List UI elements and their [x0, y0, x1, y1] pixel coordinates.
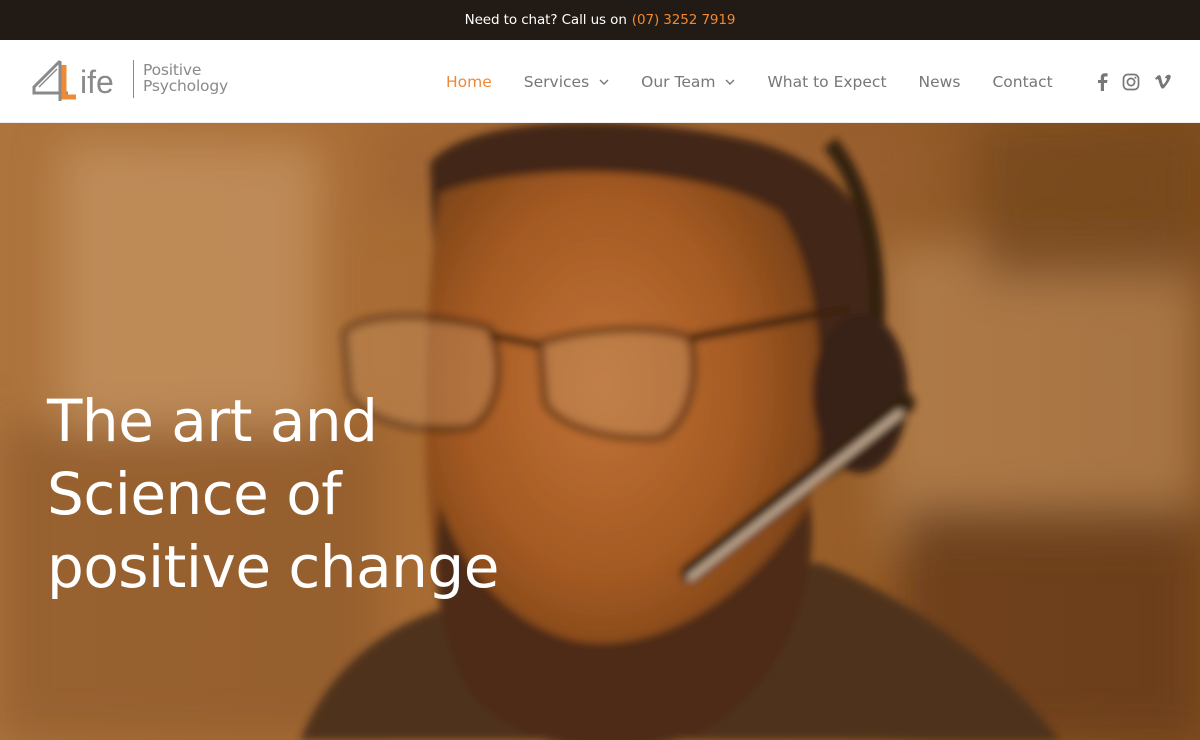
nav-contact[interactable]: Contact: [992, 73, 1052, 91]
top-contact-bar: Need to chat? Call us on (07) 3252 7919: [0, 0, 1200, 40]
vimeo-icon[interactable]: [1154, 74, 1172, 90]
logo-divider: [133, 60, 134, 98]
site-logo[interactable]: ife Positive Psychology: [30, 57, 235, 107]
phone-link[interactable]: (07) 3252 7919: [632, 12, 736, 28]
contact-prompt: Need to chat? Call us on: [464, 12, 627, 28]
nav-label: Home: [446, 72, 492, 91]
hero-section: The art and Science of positive change: [0, 123, 1200, 740]
nav-label: Services: [523, 72, 590, 91]
logo-tagline: Positive Psychology: [143, 62, 228, 94]
nav-label: What to Expect: [767, 72, 887, 91]
logo-line-2: Psychology: [143, 77, 228, 95]
chevron-down-icon: [725, 79, 735, 85]
site-header: ife Positive Psychology Home Services Ou…: [0, 40, 1200, 123]
logo-line-1: Positive: [143, 61, 202, 79]
logo-mark-icon: ife: [32, 59, 114, 101]
nav-what-to-expect[interactable]: What to Expect: [767, 73, 886, 91]
chevron-down-icon: [599, 79, 609, 85]
nav-label: News: [918, 72, 961, 91]
main-nav: Home Services Our Team What to Expect Ne…: [446, 40, 1085, 123]
nav-label: Contact: [992, 72, 1053, 91]
hero-title: The art and Science of positive change: [47, 387, 499, 601]
nav-our-team[interactable]: Our Team: [641, 73, 735, 91]
nav-services[interactable]: Services: [524, 73, 609, 91]
svg-text:ife: ife: [80, 64, 114, 100]
nav-home[interactable]: Home: [446, 73, 492, 91]
nav-news[interactable]: News: [919, 73, 961, 91]
social-links: [1082, 40, 1172, 123]
instagram-icon[interactable]: [1122, 73, 1140, 91]
nav-label: Our Team: [641, 72, 716, 91]
facebook-icon[interactable]: [1096, 72, 1108, 91]
